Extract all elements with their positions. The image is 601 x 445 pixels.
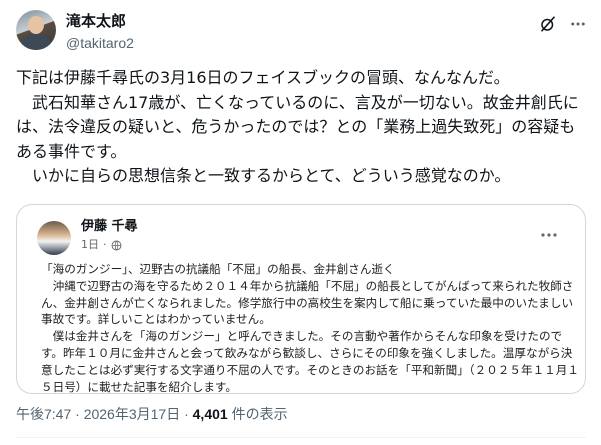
embedded-image-card[interactable]: 伊藤 千尋 1日 · 「海のガンジー」、辺野古の抗議船「不屈」の船長、金井創さん… <box>16 204 586 394</box>
fb-paragraph: 僕は金井さんを「海のガンジー」と呼んできました。その言動や著作からそんな印象を受… <box>41 329 579 394</box>
fb-post-time: 1日 <box>81 238 99 251</box>
divider <box>16 437 586 438</box>
grok-icon[interactable] <box>538 14 558 34</box>
fb-author-avatar <box>37 221 71 255</box>
author-handle[interactable]: @takitaro2 <box>66 34 134 52</box>
more-icon[interactable] <box>568 14 588 34</box>
avatar-face <box>28 16 44 34</box>
fb-author-name: 伊藤 千尋 <box>81 219 138 234</box>
fb-more-icon <box>541 223 557 242</box>
fb-post-meta: 1日 · <box>81 238 122 252</box>
fb-post-text: 「海のガンジー」、辺野古の抗議船「不屈」の船長、金井創さん逝く 沖縄で辺野古の海… <box>41 261 581 394</box>
tweet-line: 下記は伊藤千尋氏の3月16日のフェイスブックの冒頭、なんなんだ。 <box>16 68 510 87</box>
tweet-text: 下記は伊藤千尋氏の3月16日のフェイスブックの冒頭、なんなんだ。 武石知華さん1… <box>16 66 586 189</box>
tweet-footer: 午後7:47 · 2026年3月17日 · 4,401 件の表示 <box>16 404 288 424</box>
timestamp[interactable]: 午後7:47 · 2026年3月17日 · <box>16 406 193 422</box>
tweet-line: 武石知華さん17歳が、亡くなっているのに、言及が一切ない。故金井創氏には、法令違… <box>16 92 579 161</box>
author-name[interactable]: 滝本太郎 <box>66 12 126 30</box>
globe-icon <box>111 240 121 250</box>
avatar-body <box>22 34 50 50</box>
views-label: 件の表示 <box>227 406 288 422</box>
tweet-line: いかに自らの思想信条と一致するからとて、どういう感覚なのか。 <box>16 166 511 185</box>
fb-paragraph: 沖縄で辺野古の海を守るため２０１４年から抗議船「不屈」の船長としてがんばって来ら… <box>41 278 574 327</box>
author-avatar[interactable] <box>16 10 56 50</box>
view-count: 4,401 <box>192 406 228 422</box>
fb-paragraph: 「海のガンジー」、辺野古の抗議船「不屈」の船長、金井創さん逝く <box>41 262 395 276</box>
